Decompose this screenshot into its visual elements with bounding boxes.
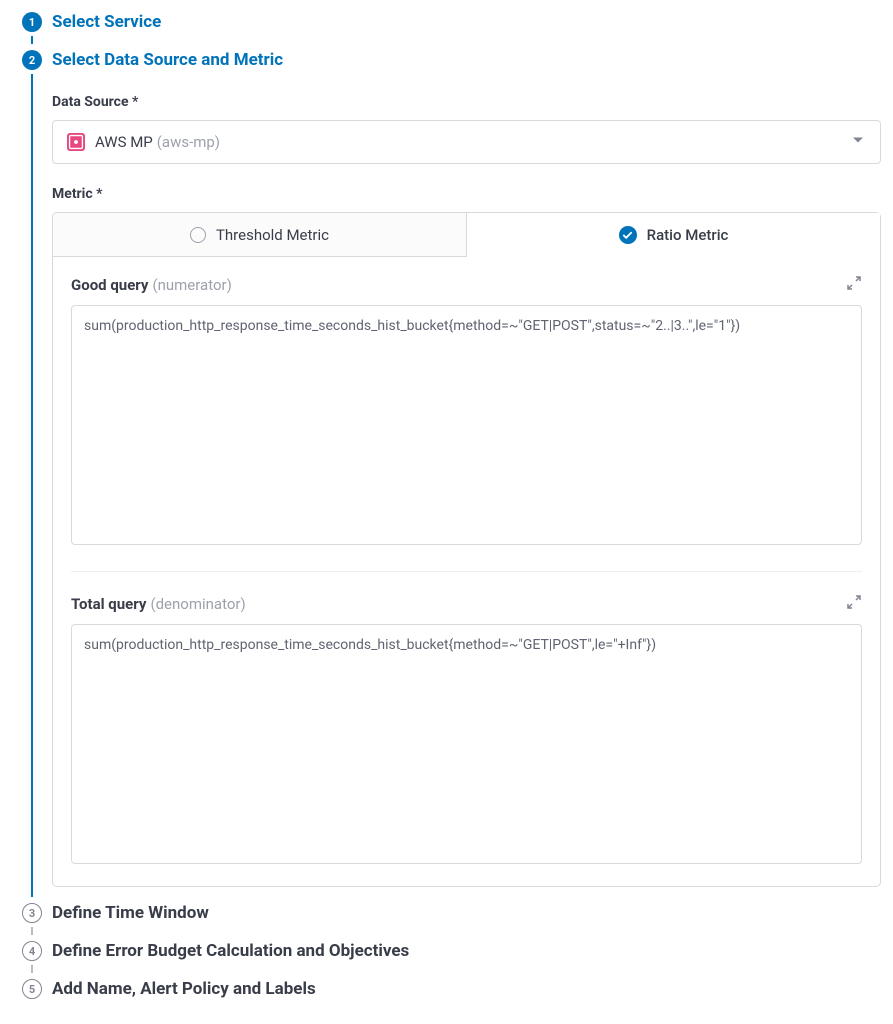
step-select-data-source: 2 Select Data Source and Metric Data Sou… bbox=[12, 48, 881, 901]
good-query-header: Good query (numerator) bbox=[71, 275, 862, 295]
step-define-time-window: 3 Define Time Window bbox=[12, 901, 881, 939]
total-query-input[interactable] bbox=[71, 624, 862, 864]
step-title-define-error-budget[interactable]: Define Error Budget Calculation and Obje… bbox=[52, 939, 881, 963]
divider bbox=[71, 571, 862, 572]
expand-icon[interactable] bbox=[846, 594, 862, 614]
good-query-input[interactable] bbox=[71, 305, 862, 545]
data-source-label: Data Source * bbox=[52, 94, 881, 110]
tab-ratio-label: Ratio Metric bbox=[647, 226, 729, 244]
step-number: 1 bbox=[29, 17, 35, 28]
metric-body: Good query (numerator) Total query (deno… bbox=[53, 257, 880, 886]
step-connector bbox=[31, 965, 33, 973]
step-number: 2 bbox=[29, 55, 35, 66]
step-title-select-data-source[interactable]: Select Data Source and Metric bbox=[52, 48, 881, 72]
stepper: 1 Select Service 2 Select Data Source an… bbox=[12, 10, 881, 1001]
step-add-name: 5 Add Name, Alert Policy and Labels bbox=[12, 977, 881, 1001]
metric-tabs-header: Threshold Metric Ratio Metric bbox=[53, 213, 880, 257]
step-number: 4 bbox=[29, 946, 35, 957]
step-title-define-time-window[interactable]: Define Time Window bbox=[52, 901, 881, 925]
step-marker-2[interactable]: 2 bbox=[22, 50, 42, 70]
tab-threshold-metric[interactable]: Threshold Metric bbox=[53, 213, 467, 257]
datasource-provider-icon bbox=[67, 133, 85, 151]
step-title-select-service[interactable]: Select Service bbox=[52, 10, 881, 34]
step-connector bbox=[31, 927, 33, 935]
data-source-select[interactable]: AWS MP (aws-mp) bbox=[52, 120, 881, 164]
step-connector bbox=[31, 74, 33, 897]
step-marker-5[interactable]: 5 bbox=[22, 979, 42, 999]
tab-ratio-metric[interactable]: Ratio Metric bbox=[467, 213, 880, 257]
step-connector bbox=[31, 36, 33, 44]
step-title-add-name[interactable]: Add Name, Alert Policy and Labels bbox=[52, 977, 881, 1001]
step-marker-4[interactable]: 4 bbox=[22, 941, 42, 961]
step-marker-1[interactable]: 1 bbox=[22, 12, 42, 32]
step-marker-3[interactable]: 3 bbox=[22, 903, 42, 923]
radio-checked-icon bbox=[619, 226, 637, 244]
total-query-header: Total query (denominator) bbox=[71, 594, 862, 614]
step-number: 5 bbox=[29, 984, 35, 995]
total-query-sub: (denominator) bbox=[150, 595, 245, 613]
tab-threshold-label: Threshold Metric bbox=[216, 226, 329, 244]
step-define-error-budget: 4 Define Error Budget Calculation and Ob… bbox=[12, 939, 881, 977]
expand-icon[interactable] bbox=[846, 275, 862, 295]
step-select-service: 1 Select Service bbox=[12, 10, 881, 48]
step-number: 3 bbox=[29, 908, 35, 919]
data-source-selected-name: AWS MP bbox=[95, 133, 153, 151]
chevron-down-icon bbox=[850, 132, 866, 152]
metric-tabs-container: Threshold Metric Ratio Metric Good query… bbox=[52, 212, 881, 887]
radio-unchecked-icon bbox=[190, 227, 206, 243]
good-query-label: Good query bbox=[71, 276, 148, 294]
metric-label: Metric * bbox=[52, 186, 881, 202]
data-source-selected-sub: (aws-mp) bbox=[157, 133, 220, 151]
good-query-sub: (numerator) bbox=[152, 276, 231, 294]
total-query-label: Total query bbox=[71, 595, 146, 613]
